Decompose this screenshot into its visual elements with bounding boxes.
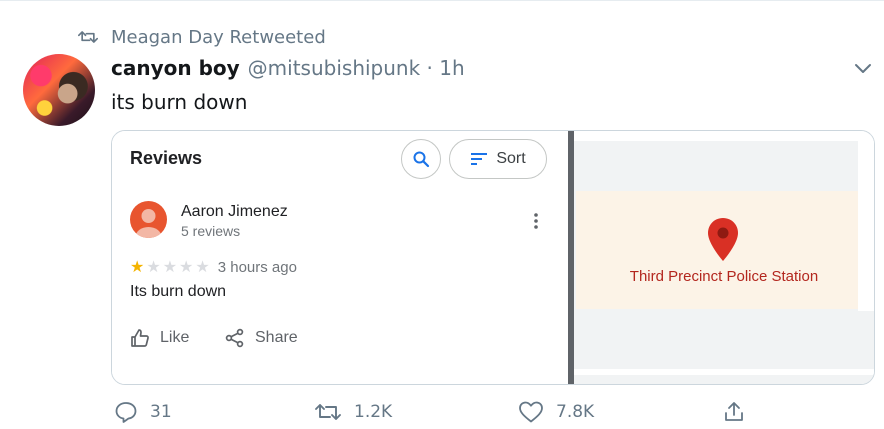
reply-icon <box>115 402 137 423</box>
tweet-text: its burn down <box>111 90 248 114</box>
retweet-icon <box>315 404 341 420</box>
star-rating: ★ ★ ★ ★ ★ 3 hours ago <box>130 259 297 276</box>
review-text: Its burn down <box>130 283 227 300</box>
retweet-count: 1.2K <box>354 402 393 422</box>
reviews-title: Reviews <box>130 148 203 168</box>
map-road <box>574 131 874 141</box>
top-divider <box>0 0 884 1</box>
reply-count: 31 <box>150 402 172 422</box>
like-label: Like <box>160 329 190 346</box>
more-vert-icon[interactable] <box>532 211 540 231</box>
share-tweet-button[interactable] <box>722 400 746 424</box>
star-icon: ★ <box>130 258 145 276</box>
map-place-label[interactable]: Third Precinct Police Station <box>574 268 874 285</box>
upload-icon <box>725 402 743 421</box>
star-icon: ★ <box>162 258 178 276</box>
share-button[interactable]: Share <box>225 328 298 348</box>
retweet-button[interactable]: 1.2K <box>314 400 392 424</box>
share-icon <box>225 328 244 348</box>
star-icon: ★ <box>179 258 194 276</box>
retweet-icon <box>78 31 98 43</box>
map-view[interactable]: Third Precinct Police Station <box>574 131 874 384</box>
search-icon <box>413 151 430 168</box>
retweet-label: Meagan Day Retweeted <box>111 26 326 48</box>
reply-button[interactable]: 31 <box>114 400 172 424</box>
like-count: 7.8K <box>556 402 595 422</box>
reviewer-review-count: 5 reviews <box>181 223 241 239</box>
sort-label: Sort <box>496 150 526 167</box>
star-icon: ★ <box>146 258 161 276</box>
search-button[interactable] <box>401 139 441 179</box>
review-time: 3 hours ago <box>217 259 297 276</box>
map-pin-icon[interactable] <box>706 217 740 263</box>
reviews-panel: Reviews Sort Aaron Jimenez 5 reviews ★ ★… <box>112 131 568 384</box>
retweet-context[interactable]: Meagan Day Retweeted <box>78 26 326 48</box>
tweet-actions: 31 1.2K 7.8K <box>111 400 751 428</box>
map-road <box>574 369 874 375</box>
reviewer-name[interactable]: Aaron Jimenez <box>181 203 288 221</box>
avatar[interactable] <box>23 54 95 126</box>
map-road <box>858 141 874 311</box>
person-icon <box>135 209 162 238</box>
star-icon: ★ <box>195 258 210 276</box>
sort-icon <box>471 153 488 165</box>
heart-icon <box>519 401 543 423</box>
share-label: Share <box>255 329 298 346</box>
tweet-header: canyon boy @mitsubishipunk · 1h <box>111 56 465 84</box>
thumb-up-icon <box>131 329 149 347</box>
handle-and-time[interactable]: @mitsubishipunk · 1h <box>248 56 465 80</box>
like-tweet-button[interactable]: 7.8K <box>518 400 594 424</box>
like-button[interactable]: Like <box>130 328 189 348</box>
chevron-down-icon[interactable] <box>853 60 873 76</box>
reviewer-avatar[interactable] <box>130 201 167 238</box>
tweet-media[interactable]: Reviews Sort Aaron Jimenez 5 reviews ★ ★… <box>111 130 875 385</box>
display-name[interactable]: canyon boy <box>111 56 240 80</box>
sort-button[interactable]: Sort <box>449 139 547 179</box>
